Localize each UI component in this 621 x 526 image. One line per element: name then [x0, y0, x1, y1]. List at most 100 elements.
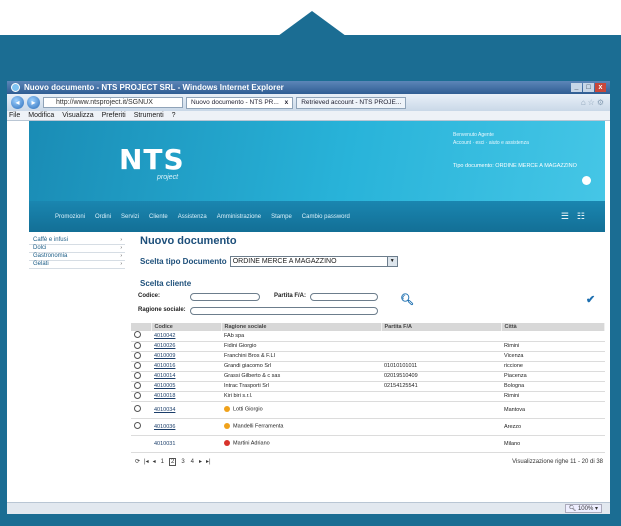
row-code[interactable]: 4010005: [151, 381, 221, 392]
table-row[interactable]: 4010031 Martini Adriano Milano: [131, 435, 605, 453]
chevron-down-icon[interactable]: ▼: [386, 257, 397, 266]
row-code[interactable]: 4010042: [151, 331, 221, 342]
status-blocked-icon: [224, 440, 230, 447]
table-row[interactable]: 4010009 Franchini Bros & F.LI Vicenza: [131, 351, 605, 362]
row-code[interactable]: 4010036: [151, 418, 221, 436]
back-arrow-icon[interactable]: ◂: [11, 96, 24, 109]
row-code[interactable]: 4010016: [151, 361, 221, 372]
site-banner: NTS project Benvenuto Agente Account · e…: [29, 121, 605, 201]
maximize-button[interactable]: □: [583, 83, 594, 92]
row-select-cell: [131, 351, 151, 362]
last-page-button[interactable]: ▸|: [206, 458, 211, 465]
row-radio[interactable]: [134, 391, 141, 399]
nav-cambio-password[interactable]: Cambio password: [302, 214, 350, 220]
sidebar-item-gelati[interactable]: Gelati ›: [29, 261, 125, 269]
nav-assistenza[interactable]: Assistenza: [178, 214, 207, 220]
ragione-input[interactable]: [190, 307, 378, 315]
minimize-button[interactable]: _: [571, 83, 582, 92]
nav-stampe[interactable]: Stampe: [271, 214, 292, 220]
table-row[interactable]: 4010018 Kiri biri s.r.l. Rimini: [131, 391, 605, 402]
row-radio[interactable]: [134, 422, 141, 429]
table-row[interactable]: 4010042 FAb spa: [131, 331, 605, 342]
row-piva: [381, 418, 501, 436]
row-code[interactable]: 4010034: [151, 401, 221, 419]
tab-retrieved-account[interactable]: Retrieved account - NTS PROJE...: [296, 96, 407, 109]
nav-amministrazione[interactable]: Amministrazione: [217, 214, 261, 220]
tab-close-icon[interactable]: x: [285, 99, 289, 106]
cart-icon[interactable]: [582, 176, 591, 185]
tab-label: Nuovo documento - NTS PR...: [191, 98, 279, 106]
table-row[interactable]: 4010026 Fidini Giorgio Rimini: [131, 341, 605, 352]
table-row[interactable]: 4010005 Intrac Trasporti Srl 02154125541…: [131, 381, 605, 392]
first-page-button[interactable]: |◂: [144, 458, 149, 465]
header-ragione[interactable]: Ragione sociale: [221, 323, 382, 331]
row-piva: [381, 331, 501, 342]
menu-file[interactable]: File: [9, 112, 20, 119]
page-1-link[interactable]: 1: [160, 459, 165, 465]
tab-nuovo-documento[interactable]: Nuovo documento - NTS PR... x: [186, 96, 294, 109]
row-radio[interactable]: [134, 351, 141, 359]
row-select-cell: [131, 391, 151, 402]
nav-ordini[interactable]: Ordini: [95, 214, 111, 220]
row-piva: 02019510409: [381, 371, 501, 382]
header-partita[interactable]: Partita F/A: [381, 323, 502, 331]
site-logo-sub: project: [157, 174, 179, 181]
doc-type-label: Scelta tipo Documento: [140, 257, 227, 266]
checkmark-icon[interactable]: ✔: [586, 293, 595, 306]
row-radio[interactable]: [134, 371, 141, 379]
row-select-cell: [131, 331, 151, 342]
nav-servizi[interactable]: Servizi: [121, 214, 139, 220]
page-3-link[interactable]: 3: [180, 459, 185, 465]
row-code[interactable]: 4010014: [151, 371, 221, 382]
menu-strumenti[interactable]: Strumenti: [134, 112, 164, 119]
site-logo[interactable]: NTS: [119, 143, 185, 176]
refresh-icon[interactable]: ⟳: [135, 458, 140, 465]
partita-input[interactable]: [310, 293, 378, 301]
row-name: Lotti Giorgio: [233, 406, 263, 413]
menu-visualizza[interactable]: Visualizza: [62, 112, 93, 119]
row-piva: [381, 391, 501, 402]
row-name: Mandelli Ferramenta: [233, 423, 284, 430]
header-codice[interactable]: Codice: [151, 323, 222, 331]
header-select: [131, 323, 152, 331]
menu-modifica[interactable]: Modifica: [28, 112, 54, 119]
sidebar-item-dolci[interactable]: Dolci ›: [29, 245, 125, 253]
account-links[interactable]: Account · esci · aiuto e assistenza: [453, 139, 593, 147]
sidebar-item-gastronomia[interactable]: Gastronomia ›: [29, 253, 125, 261]
menu-preferiti[interactable]: Preferiti: [102, 112, 126, 119]
codice-input[interactable]: [190, 293, 260, 301]
row-code[interactable]: 4010018: [151, 391, 221, 402]
zoom-control[interactable]: 🔍︎ 100% ▾: [564, 504, 602, 513]
row-code[interactable]: 4010009: [151, 351, 221, 362]
table-row[interactable]: 4010036 Mandelli Ferramenta Arezzo: [131, 418, 605, 436]
menu-help[interactable]: ?: [172, 112, 176, 119]
table-row[interactable]: 4010014 Grassi Gilberto & c sas 02019510…: [131, 371, 605, 382]
row-radio[interactable]: [134, 361, 141, 369]
row-radio[interactable]: [134, 381, 141, 389]
nav-promozioni[interactable]: Promozioni: [55, 214, 85, 220]
table-row[interactable]: 4010016 Grandi giacomo Srl 01010101011 r…: [131, 361, 605, 372]
page-4-link[interactable]: 4: [190, 459, 195, 465]
next-page-button[interactable]: ▸: [199, 458, 202, 465]
toolbar-icons[interactable]: ⌂☆⚙: [581, 98, 606, 107]
table-row[interactable]: 4010034 Lotti Giorgio Mantova: [131, 401, 605, 419]
doc-type-row: Scelta tipo Documento ORDINE MERCE A MAG…: [140, 256, 605, 267]
welcome-text: Benvenuto Agente: [453, 132, 494, 138]
row-code[interactable]: 4010026: [151, 341, 221, 352]
address-bar[interactable]: http://www.ntsproject.it/SGNUX: [43, 97, 183, 108]
prev-page-button[interactable]: ◂: [153, 458, 156, 465]
nav-cliente[interactable]: Cliente: [149, 214, 168, 220]
forward-arrow-icon[interactable]: ▸: [27, 96, 40, 109]
row-radio[interactable]: [134, 341, 141, 349]
sidebar-item-caffe[interactable]: Caffè e infusi ›: [29, 237, 125, 245]
doc-type-select[interactable]: ORDINE MERCE A MAGAZZINO ▼: [229, 256, 398, 267]
browser-window: Nuovo documento - NTS PROJECT SRL - Wind…: [7, 81, 610, 514]
status-warning-icon: [224, 423, 230, 430]
row-radio[interactable]: [134, 331, 141, 339]
close-button[interactable]: x: [595, 83, 606, 92]
header-citta[interactable]: Città: [501, 323, 605, 331]
row-radio[interactable]: [134, 405, 141, 412]
search-icon[interactable]: 🔍︎: [400, 293, 414, 306]
window-title: Nuovo documento - NTS PROJECT SRL - Wind…: [24, 83, 284, 92]
list-icon[interactable]: ☰☷: [561, 211, 593, 222]
